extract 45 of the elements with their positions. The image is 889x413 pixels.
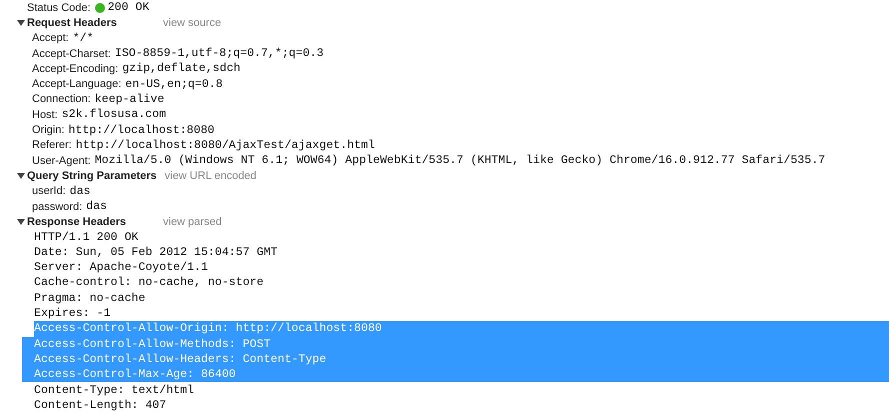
header-value: s2k.flosusa.com <box>62 108 166 122</box>
header-value: keep-alive <box>94 92 164 106</box>
header-value: http://localhost:8080 <box>68 124 215 137</box>
raw-header-line: Access-Control-Max-Age: 86400 <box>34 368 236 382</box>
header-value: en-US,en;q=0.8 <box>125 78 223 91</box>
header-name: Accept-Language: <box>32 78 122 90</box>
raw-header-line: HTTP/1.1 200 OK <box>34 230 138 244</box>
header-value: http://localhost:8080/AjaxTest/ajaxget.html <box>76 138 375 152</box>
header-name: Accept-Charset: <box>32 48 111 60</box>
header-name: Accept-Encoding: <box>32 62 118 75</box>
header-name: Accept: <box>32 32 69 44</box>
header-name: Referer: <box>32 139 72 152</box>
raw-header-line: Server: Apache-Coyote/1.1 <box>34 261 208 274</box>
header-value: ISO-8859-1,utf-8;q=0.7,*;q=0.3 <box>114 47 324 60</box>
header-value: gzip,deflate,sdch <box>122 62 240 76</box>
disclosure-triangle-icon[interactable] <box>17 18 25 27</box>
section-title[interactable]: Query String Parameters <box>27 170 157 182</box>
header-value: */* <box>72 32 94 45</box>
raw-header-line: Access-Control-Allow-Methods: POST <box>34 338 271 351</box>
header-name: Origin: <box>32 124 64 136</box>
header-name: Host: <box>32 108 58 121</box>
status-label: Status Code: <box>27 2 91 14</box>
raw-header-line: Access-Control-Allow-Headers: Content-Type <box>34 352 326 366</box>
header-value: das <box>86 200 108 213</box>
header-value: das <box>70 184 91 198</box>
raw-header-line: Content-Length: 407 <box>34 398 166 412</box>
header-value: Mozilla/5.0 (Windows NT 6.1; WOW64) AppleWebKit/535.7 (KHTML, like Gecko) Chrome/16.0.912.77 Safari/535.7 <box>94 154 826 168</box>
raw-header-line: Content-Type: text/html <box>34 384 194 397</box>
raw-header-line: Pragma: no-cache <box>34 292 146 305</box>
raw-header-line: Access-Control-Allow-Origin: http://localhost:8080 <box>34 322 382 336</box>
header-name: password: <box>32 200 82 212</box>
disclosure-triangle-icon[interactable] <box>17 172 25 180</box>
view-toggle-link[interactable]: view parsed <box>163 216 222 228</box>
section-title[interactable]: Request Headers <box>27 16 155 29</box>
header-name: Connection: <box>32 93 91 106</box>
raw-header-line: Expires: -1 <box>34 307 111 320</box>
header-name: User-Agent: <box>32 154 91 167</box>
raw-header-line: Cache-control: no-cache, no-store <box>34 276 264 290</box>
view-toggle-link[interactable]: view source <box>163 16 222 29</box>
disclosure-triangle-icon[interactable] <box>17 218 25 226</box>
header-name: userId: <box>32 185 66 198</box>
status-code: 200 OK <box>108 1 150 14</box>
view-toggle-link[interactable]: view URL encoded <box>164 170 257 182</box>
raw-header-line: Date: Sun, 05 Feb 2012 15:04:57 GMT <box>34 246 278 259</box>
section-title[interactable]: Response Headers <box>27 216 155 228</box>
